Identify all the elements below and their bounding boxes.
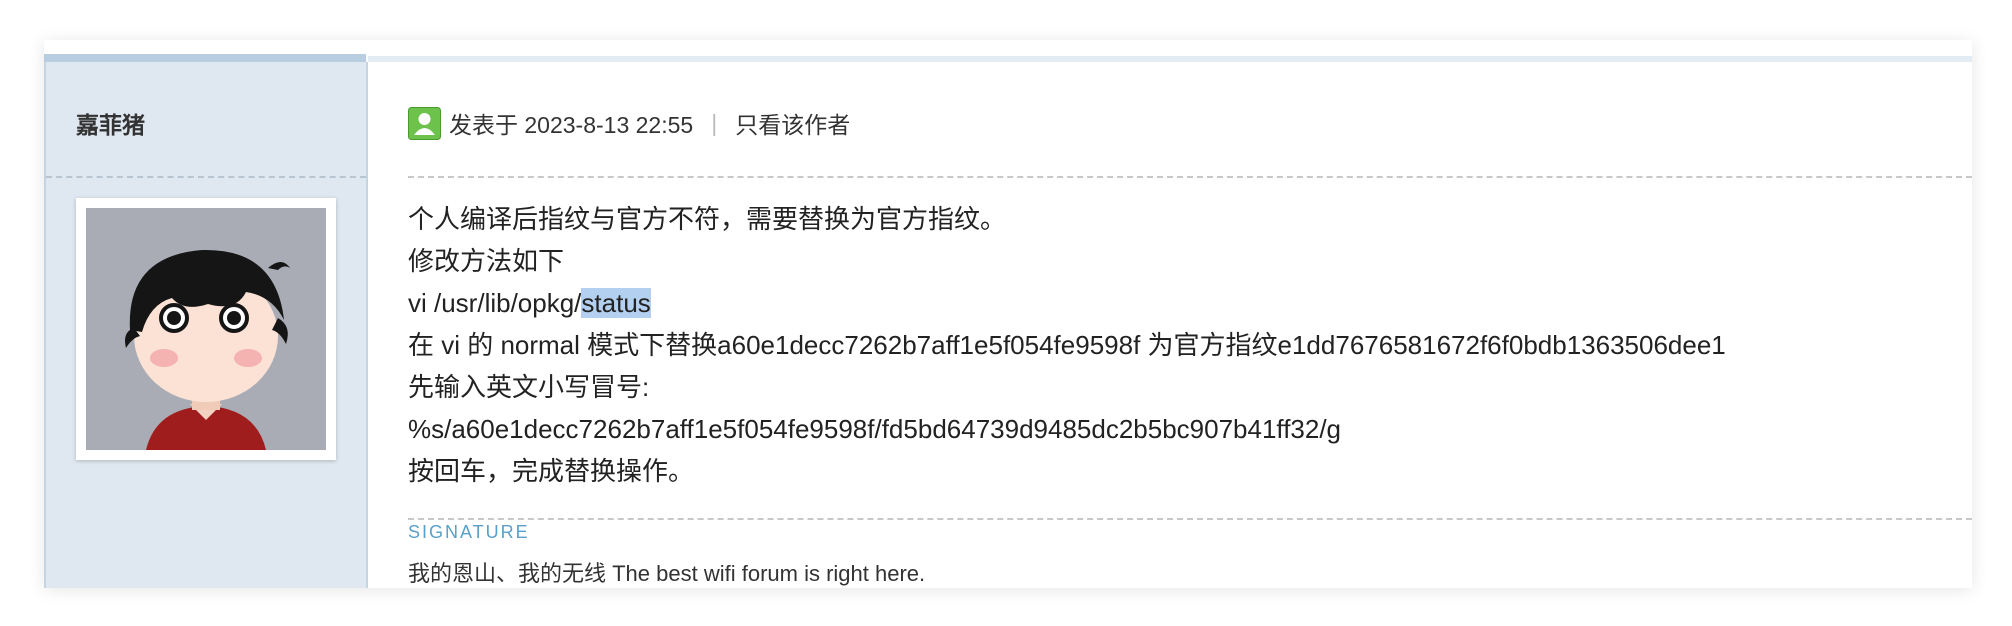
meta-divider (408, 176, 1972, 178)
signature-label: SIGNATURE (408, 522, 530, 542)
author-sidebar: 嘉菲猪 (44, 62, 368, 588)
sidebar-divider (46, 176, 366, 178)
sidebar-top-bar (44, 54, 366, 62)
post-body: 个人编译后指纹与官方不符，需要替换为官方指纹。 修改方法如下 vi /usr/l… (408, 198, 1726, 492)
post-content: 发表于 2023-8-13 22:55 | 只看该作者 个人编译后指纹与官方不符… (368, 62, 1972, 588)
selected-text: status (581, 288, 651, 318)
post-timestamp: 发表于 2023-8-13 22:55 (449, 112, 694, 138)
body-line-path: vi /usr/lib/opkg/ (408, 288, 582, 318)
avatar[interactable] (76, 198, 336, 460)
body-line: 在 vi 的 normal 模式下替换a60e1decc7262b7aff1e5… (408, 330, 1726, 360)
body-line: 按回车，完成替换操作。 (408, 456, 695, 486)
body-line: 先输入英文小写冒号: (408, 372, 650, 402)
online-user-icon (408, 106, 441, 140)
forum-post: 嘉菲猪 发表于 2023-8-13 22:55 | 只看该作者 个人编译后指纹与… (44, 40, 1972, 588)
meta-separator: | (711, 109, 718, 136)
only-author-link[interactable]: 只看该作者 (735, 106, 850, 140)
body-line: 个人编译后指纹与官方不符，需要替换为官方指纹。 (408, 204, 1007, 234)
author-name-link[interactable]: 嘉菲猪 (76, 106, 145, 140)
post-meta: 发表于 2023-8-13 22:55 | 只看该作者 (408, 106, 850, 140)
signature-divider-top (408, 518, 1972, 520)
body-line: vi /usr/lib/opkg/status (408, 282, 1726, 324)
body-line: 修改方法如下 (408, 246, 565, 276)
body-line: %s/a60e1decc7262b7aff1e5f054fe9598f/fd5b… (408, 414, 1342, 444)
signature-text: 我的恩山、我的无线 The best wifi forum is right h… (408, 561, 926, 586)
cartoon-boy-avatar-icon (86, 208, 326, 450)
